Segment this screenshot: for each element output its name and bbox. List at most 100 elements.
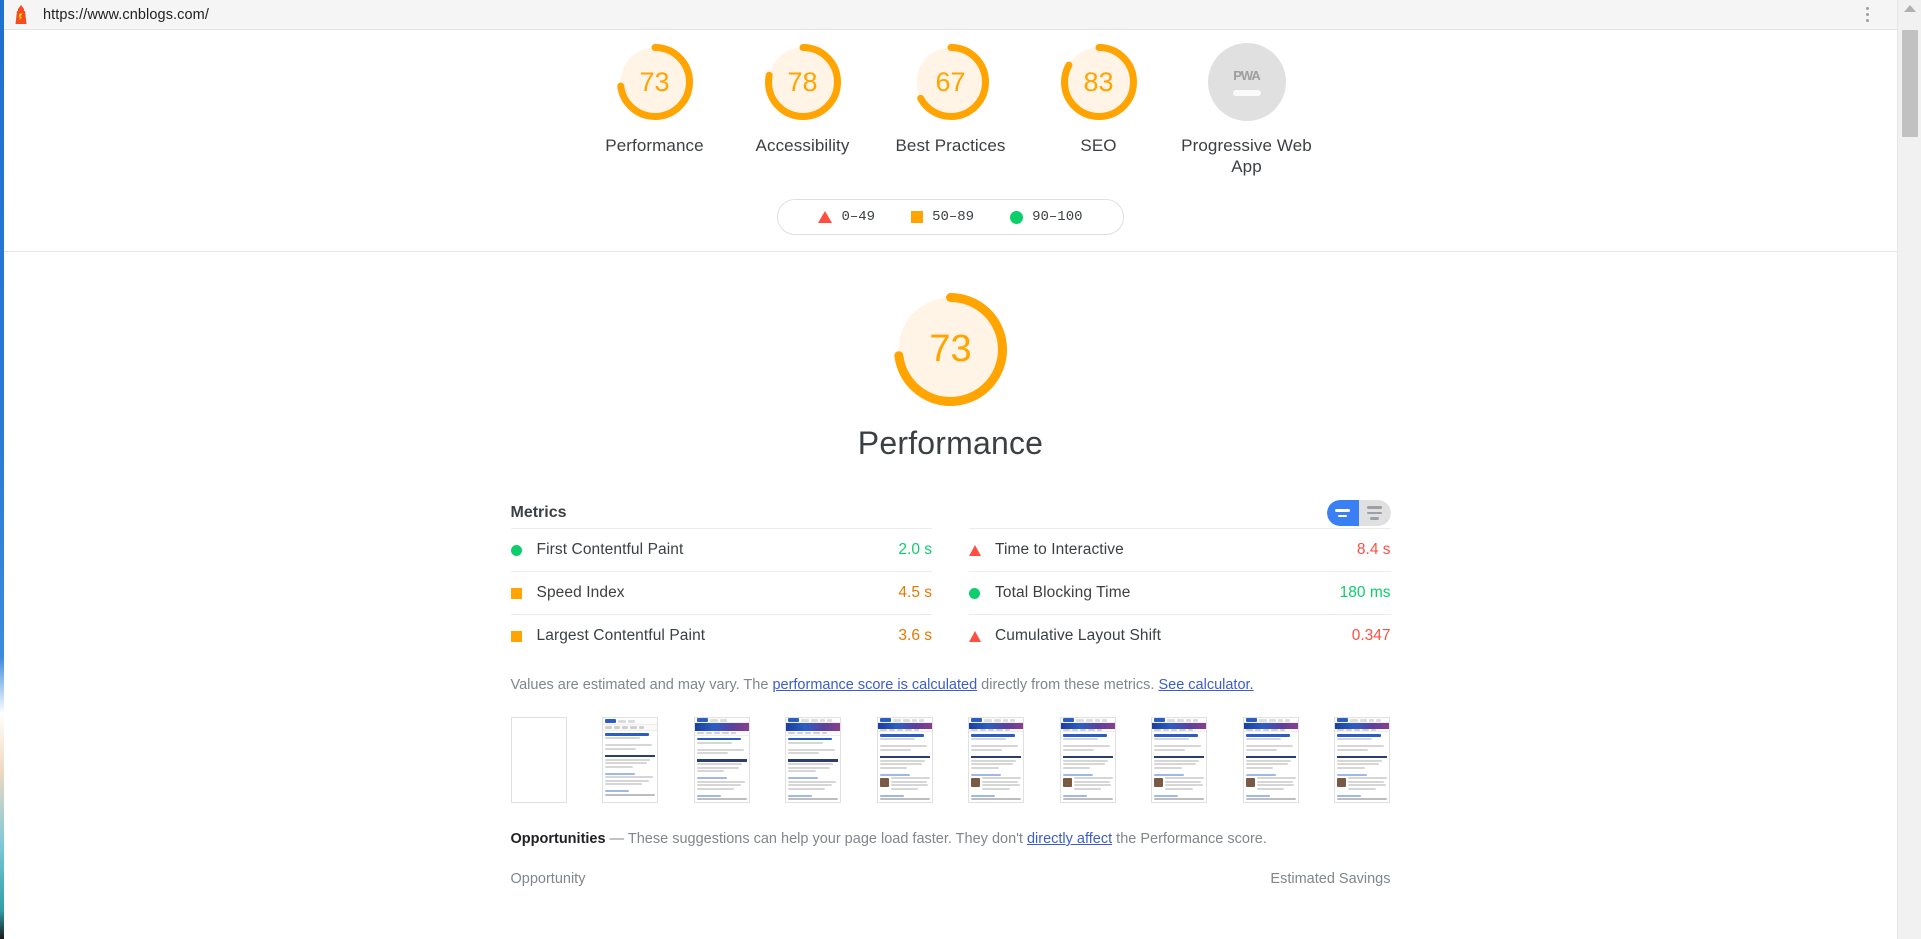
metric-status-triangle-icon: [969, 630, 995, 642]
gauge-arc: 67: [912, 43, 990, 121]
category-scores-row: 73 Performance 78 Accessibility 67 Best Pra…: [4, 43, 1897, 177]
metrics-column-right: Time to Interactive 8.4 s Total Blocking T…: [969, 528, 1391, 657]
filmstrip-frame[interactable]: [1059, 717, 1116, 803]
screenshot-filmstrip: [510, 717, 1391, 803]
score-legend: 0–49 50–89 90–100: [777, 199, 1124, 235]
toggle-simple-view[interactable]: [1326, 500, 1359, 526]
legend-item-square: 50–89: [911, 209, 974, 225]
performance-gauge-arc: 73: [893, 292, 1008, 407]
legend-item-triangle: 0–49: [818, 209, 875, 225]
directly-affect-link[interactable]: directly affect: [1027, 831, 1112, 847]
metrics-grid: First Contentful Paint 2.0 s Speed Index 4.…: [510, 528, 1391, 657]
filmstrip-frame[interactable]: [876, 717, 933, 803]
category-score-progressive-web-app[interactable]: PWA Progressive Web App: [1173, 43, 1321, 177]
score-value: 73: [639, 66, 670, 97]
metric-value: 3.6 s: [898, 627, 932, 644]
metric-status-square-icon: [510, 587, 537, 599]
metric-status-circle-icon: [510, 544, 537, 556]
see-calculator-link[interactable]: See calculator.: [1158, 677, 1253, 693]
metric-value: 180 ms: [1339, 584, 1391, 601]
gauge-arc: 73: [616, 43, 694, 121]
browser-url-bar: https://www.cnblogs.com/: [4, 0, 1897, 30]
performance-score-calculated-link[interactable]: performance score is calculated: [772, 677, 977, 693]
score-legend-row: 0–49 50–89 90–100: [4, 199, 1897, 235]
metric-row[interactable]: Cumulative Layout Shift 0.347: [969, 614, 1391, 657]
filmstrip-frame[interactable]: [785, 717, 842, 803]
filmstrip-frame[interactable]: [968, 717, 1025, 803]
score-label: SEO: [1080, 136, 1117, 155]
metric-name: Cumulative Layout Shift: [995, 627, 1161, 644]
legend-circle-icon: [1010, 210, 1024, 224]
column-opportunity: Opportunity: [510, 871, 586, 887]
legend-range: 90–100: [1032, 209, 1083, 225]
metric-row[interactable]: Total Blocking Time 180 ms: [969, 571, 1391, 614]
metric-row[interactable]: Speed Index 4.5 s: [510, 571, 932, 614]
performance-title: Performance: [857, 425, 1044, 461]
filmstrip-frame[interactable]: [1151, 717, 1208, 803]
score-label: Accessibility: [755, 136, 850, 155]
metric-value: 4.5 s: [898, 584, 932, 601]
metric-row[interactable]: Time to Interactive 8.4 s: [969, 528, 1391, 571]
metric-name: Total Blocking Time: [995, 584, 1131, 601]
pwa-badge-text: PWA: [1233, 68, 1261, 83]
pwa-badge-icon: PWA: [1207, 43, 1286, 121]
metrics-title: Metrics: [510, 504, 567, 521]
metric-row[interactable]: Largest Contentful Paint 3.6 s: [510, 614, 932, 657]
metric-row[interactable]: First Contentful Paint 2.0 s: [510, 528, 932, 571]
gauge-arc: 78: [764, 43, 842, 121]
score-label: Performance: [605, 136, 704, 155]
opportunities-section: Opportunities — These suggestions can he…: [511, 829, 1391, 887]
opportunities-text-2: the Performance score.: [1112, 831, 1267, 847]
url-text[interactable]: https://www.cnblogs.com/: [43, 7, 209, 23]
metric-value: 0.347: [1351, 627, 1391, 644]
metrics-column-left: First Contentful Paint 2.0 s Speed Index 4.…: [510, 528, 932, 657]
toggle-expanded-view[interactable]: [1358, 500, 1391, 526]
filmstrip-frame[interactable]: [510, 717, 567, 803]
filmstrip-frame[interactable]: [1242, 717, 1299, 803]
opportunities-heading: Opportunities: [510, 831, 606, 847]
category-score-best-practices[interactable]: 67 Best Practices: [877, 43, 1025, 156]
category-score-seo[interactable]: 83 SEO: [1025, 43, 1173, 156]
disclaimer-text-1: Values are estimated and may vary. The: [510, 677, 773, 693]
score-label: Progressive Web App: [1181, 136, 1312, 176]
column-estimated-savings: Estimated Savings: [1270, 871, 1391, 887]
scroll-up-arrow-icon[interactable]: [1903, 5, 1916, 12]
opportunities-text-1: These suggestions can help your page loa…: [627, 831, 1027, 847]
opportunities-table-header: Opportunity Estimated Savings: [511, 871, 1391, 887]
filmstrip-frame[interactable]: [693, 717, 750, 803]
legend-range: 50–89: [932, 209, 975, 225]
disclaimer-text-2: directly from these metrics.: [977, 677, 1159, 693]
left-accent-rail: [0, 0, 4, 939]
kebab-menu-icon[interactable]: [1859, 7, 1875, 23]
metric-name: Time to Interactive: [995, 541, 1124, 558]
metric-status-square-icon: [510, 630, 537, 642]
legend-square-icon: [911, 211, 924, 223]
filmstrip-frame[interactable]: [602, 717, 659, 803]
metrics-header: Metrics: [511, 500, 1391, 526]
performance-score-value: 73: [929, 328, 972, 370]
legend-item-circle: 90–100: [1010, 209, 1083, 225]
score-label: Best Practices: [895, 136, 1006, 155]
legend-range: 0–49: [841, 209, 876, 225]
category-score-performance[interactable]: 73 Performance: [581, 43, 729, 156]
metric-name: Speed Index: [536, 584, 625, 601]
legend-triangle-icon: [818, 211, 833, 223]
scrollbar-thumb[interactable]: [1902, 30, 1918, 137]
performance-gauge[interactable]: 73 Performance: [4, 292, 1897, 462]
score-value: 78: [787, 66, 818, 97]
metric-status-circle-icon: [969, 587, 995, 599]
filmstrip-frame[interactable]: [1334, 717, 1391, 803]
lighthouse-icon: [10, 4, 32, 25]
category-score-accessibility[interactable]: 78 Accessibility: [729, 43, 877, 156]
lighthouse-report: 73 Performance 78 Accessibility 67 Best Pra…: [4, 31, 1897, 939]
metric-status-triangle-icon: [969, 544, 995, 556]
metrics-view-toggle[interactable]: [1326, 500, 1391, 526]
metric-value: 8.4 s: [1356, 541, 1391, 558]
page-scrollbar[interactable]: [1897, 0, 1921, 939]
metric-name: Largest Contentful Paint: [536, 627, 706, 644]
metric-name: First Contentful Paint: [536, 541, 684, 558]
performance-section: 73 Performance Metrics First Contentful …: [4, 252, 1897, 887]
score-value: 83: [1083, 66, 1114, 97]
opportunities-intro: Opportunities — These suggestions can he…: [511, 829, 1391, 849]
metric-value: 2.0 s: [898, 541, 932, 558]
